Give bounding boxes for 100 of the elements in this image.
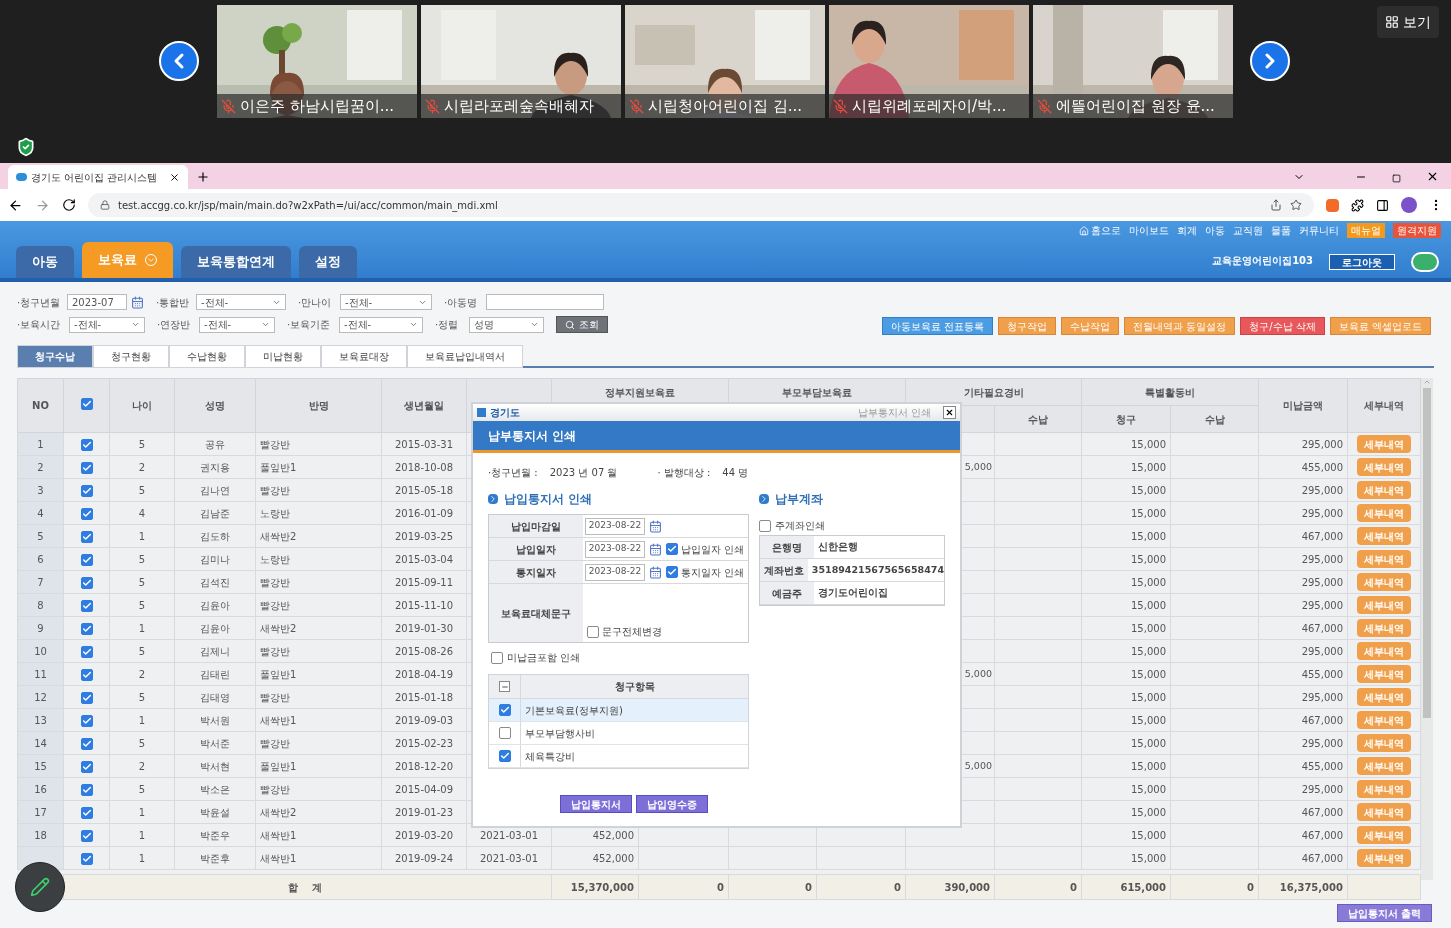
row-checkbox[interactable] (80, 852, 93, 865)
video-tile[interactable]: 이은주 하남시립꿈이... (217, 5, 417, 118)
main-tab[interactable]: 설정 (299, 246, 357, 278)
main-tab[interactable]: 보육통합연계 (181, 246, 291, 278)
row-checkbox[interactable] (80, 645, 93, 658)
detail-button[interactable]: 세부내역 (1357, 619, 1411, 637)
row-checkbox[interactable] (80, 783, 93, 796)
detail-button[interactable]: 세부내역 (1357, 504, 1411, 522)
top-link[interactable]: 매뉴얼 (1347, 223, 1385, 238)
detail-button[interactable]: 세부내역 (1357, 665, 1411, 683)
sub-tab[interactable]: 보육료대장 (321, 345, 407, 368)
action-button[interactable]: 전월내역과 동일설정 (1124, 317, 1236, 335)
row-checkbox[interactable] (80, 691, 93, 704)
shield-icon[interactable] (16, 137, 36, 157)
video-tile[interactable]: 시립위례포레자이/박... (829, 5, 1029, 118)
scrollbar[interactable] (1421, 378, 1433, 880)
row-checkbox[interactable] (80, 438, 93, 451)
top-link[interactable]: 마이보드 (1129, 223, 1169, 238)
row-checkbox[interactable] (80, 553, 93, 566)
back-icon[interactable] (8, 197, 23, 213)
video-tile[interactable]: 시립라포레숲속배혜자 (421, 5, 621, 118)
video-tile[interactable]: 시립청아어린이집 김... (625, 5, 825, 118)
row-checkbox[interactable] (80, 576, 93, 589)
side-panel-icon[interactable] (1376, 198, 1389, 212)
extensions-icon[interactable] (1351, 198, 1364, 212)
detail-button[interactable]: 세부내역 (1357, 688, 1411, 706)
detail-button[interactable]: 세부내역 (1357, 481, 1411, 499)
row-checkbox[interactable] (80, 530, 93, 543)
reload-icon[interactable] (62, 198, 76, 212)
row-checkbox[interactable] (80, 484, 93, 497)
print-option-button[interactable]: 납입영수증 (635, 795, 708, 813)
action-button[interactable]: 아동보육료 전표등록 (881, 317, 994, 335)
select-all-checkbox[interactable] (80, 398, 93, 410)
sub-tab[interactable]: 수납현황 (169, 345, 245, 368)
action-button[interactable]: 수납작업 (1061, 317, 1120, 335)
checkbox[interactable] (498, 727, 511, 739)
top-link[interactable]: 아동 (1205, 223, 1225, 238)
date-field[interactable]: 2023-08-22 (585, 563, 645, 581)
select-field[interactable]: -전체- (199, 316, 275, 333)
charge-item-row[interactable]: 부모부담행사비 (489, 722, 748, 745)
new-tab-icon[interactable] (196, 170, 210, 184)
detail-button[interactable]: 세부내역 (1357, 711, 1411, 729)
detail-button[interactable]: 세부내역 (1357, 803, 1411, 821)
search-button[interactable]: 조회 (556, 316, 608, 333)
detail-button[interactable]: 세부내역 (1357, 573, 1411, 591)
address-bar[interactable]: test.accgg.co.kr/jsp/main/main.do?w2xPath=/ui/acc/common/main_mdi.xml (88, 193, 1314, 217)
sub-tab[interactable]: 청구수납 (17, 345, 93, 368)
date-field[interactable]: 2023-08-22 (585, 517, 645, 535)
top-link[interactable]: 교직원 (1233, 223, 1263, 238)
checkbox[interactable] (759, 519, 771, 532)
sub-tab[interactable]: 청구현황 (93, 345, 169, 368)
top-link[interactable]: 커뮤니티 (1299, 223, 1339, 238)
row-checkbox[interactable] (80, 829, 93, 842)
sub-tab[interactable]: 미납현황 (245, 345, 321, 368)
detail-button[interactable]: 세부내역 (1357, 757, 1411, 775)
calendar-icon[interactable] (649, 542, 662, 556)
top-link[interactable]: 회계 (1177, 223, 1197, 238)
print-notice-button[interactable]: 납입통지서 출력 (1336, 904, 1432, 922)
row-checkbox[interactable] (80, 760, 93, 773)
browser-tab[interactable]: 경기도 어린이집 관리시스템 (8, 165, 188, 189)
row-checkbox[interactable] (80, 622, 93, 635)
forward-icon[interactable] (35, 197, 50, 213)
sub-tab[interactable]: 보육료납입내역서 (407, 345, 523, 368)
minus-box-icon[interactable] (499, 681, 510, 692)
main-tab[interactable]: 아동 (16, 246, 74, 278)
detail-button[interactable]: 세부내역 (1357, 826, 1411, 844)
checkbox[interactable] (498, 750, 511, 762)
close-icon[interactable] (169, 171, 180, 183)
select-field[interactable]: -전체- (69, 316, 145, 333)
view-button[interactable]: 보기 (1377, 6, 1439, 38)
row-checkbox[interactable] (80, 806, 93, 819)
action-button[interactable]: 청구/수납 삭제 (1240, 317, 1325, 335)
calendar-icon[interactable] (649, 519, 662, 533)
row-checkbox[interactable] (80, 599, 93, 612)
detail-button[interactable]: 세부내역 (1357, 527, 1411, 545)
date-field[interactable]: 2023-08-22 (585, 540, 645, 558)
checkbox[interactable] (666, 566, 678, 578)
detail-button[interactable]: 세부내역 (1357, 849, 1411, 867)
profile-avatar[interactable] (1401, 197, 1417, 213)
detail-button[interactable]: 세부내역 (1357, 642, 1411, 660)
charge-item-row[interactable]: 기본보육료(정부지원) (489, 699, 748, 722)
select-field[interactable]: -전체- (196, 294, 286, 310)
previous-button[interactable] (159, 41, 199, 81)
video-tile[interactable]: 에뜰어린이집 원장 윤... (1033, 5, 1233, 118)
row-checkbox[interactable] (80, 668, 93, 681)
detail-button[interactable]: 세부내역 (1357, 435, 1411, 453)
action-button[interactable]: 보육료 엑셀업로드 (1329, 317, 1431, 335)
calendar-icon[interactable] (649, 565, 662, 579)
checkbox[interactable] (666, 543, 678, 555)
select-field[interactable]: -전체- (340, 294, 432, 310)
close-icon[interactable] (1426, 170, 1439, 183)
row-checkbox[interactable] (80, 461, 93, 474)
action-button[interactable]: 청구작업 (998, 317, 1057, 335)
main-tab[interactable]: 보육료 (82, 242, 173, 278)
charge-item-row[interactable]: 체육특강비 (489, 745, 748, 768)
top-link[interactable]: 물품 (1271, 223, 1291, 238)
select-field[interactable]: -전체- (339, 316, 423, 333)
checkbox[interactable] (491, 651, 503, 664)
logout-button[interactable]: 로그아웃 (1329, 254, 1395, 270)
top-link[interactable]: 원격지원 (1393, 223, 1441, 238)
